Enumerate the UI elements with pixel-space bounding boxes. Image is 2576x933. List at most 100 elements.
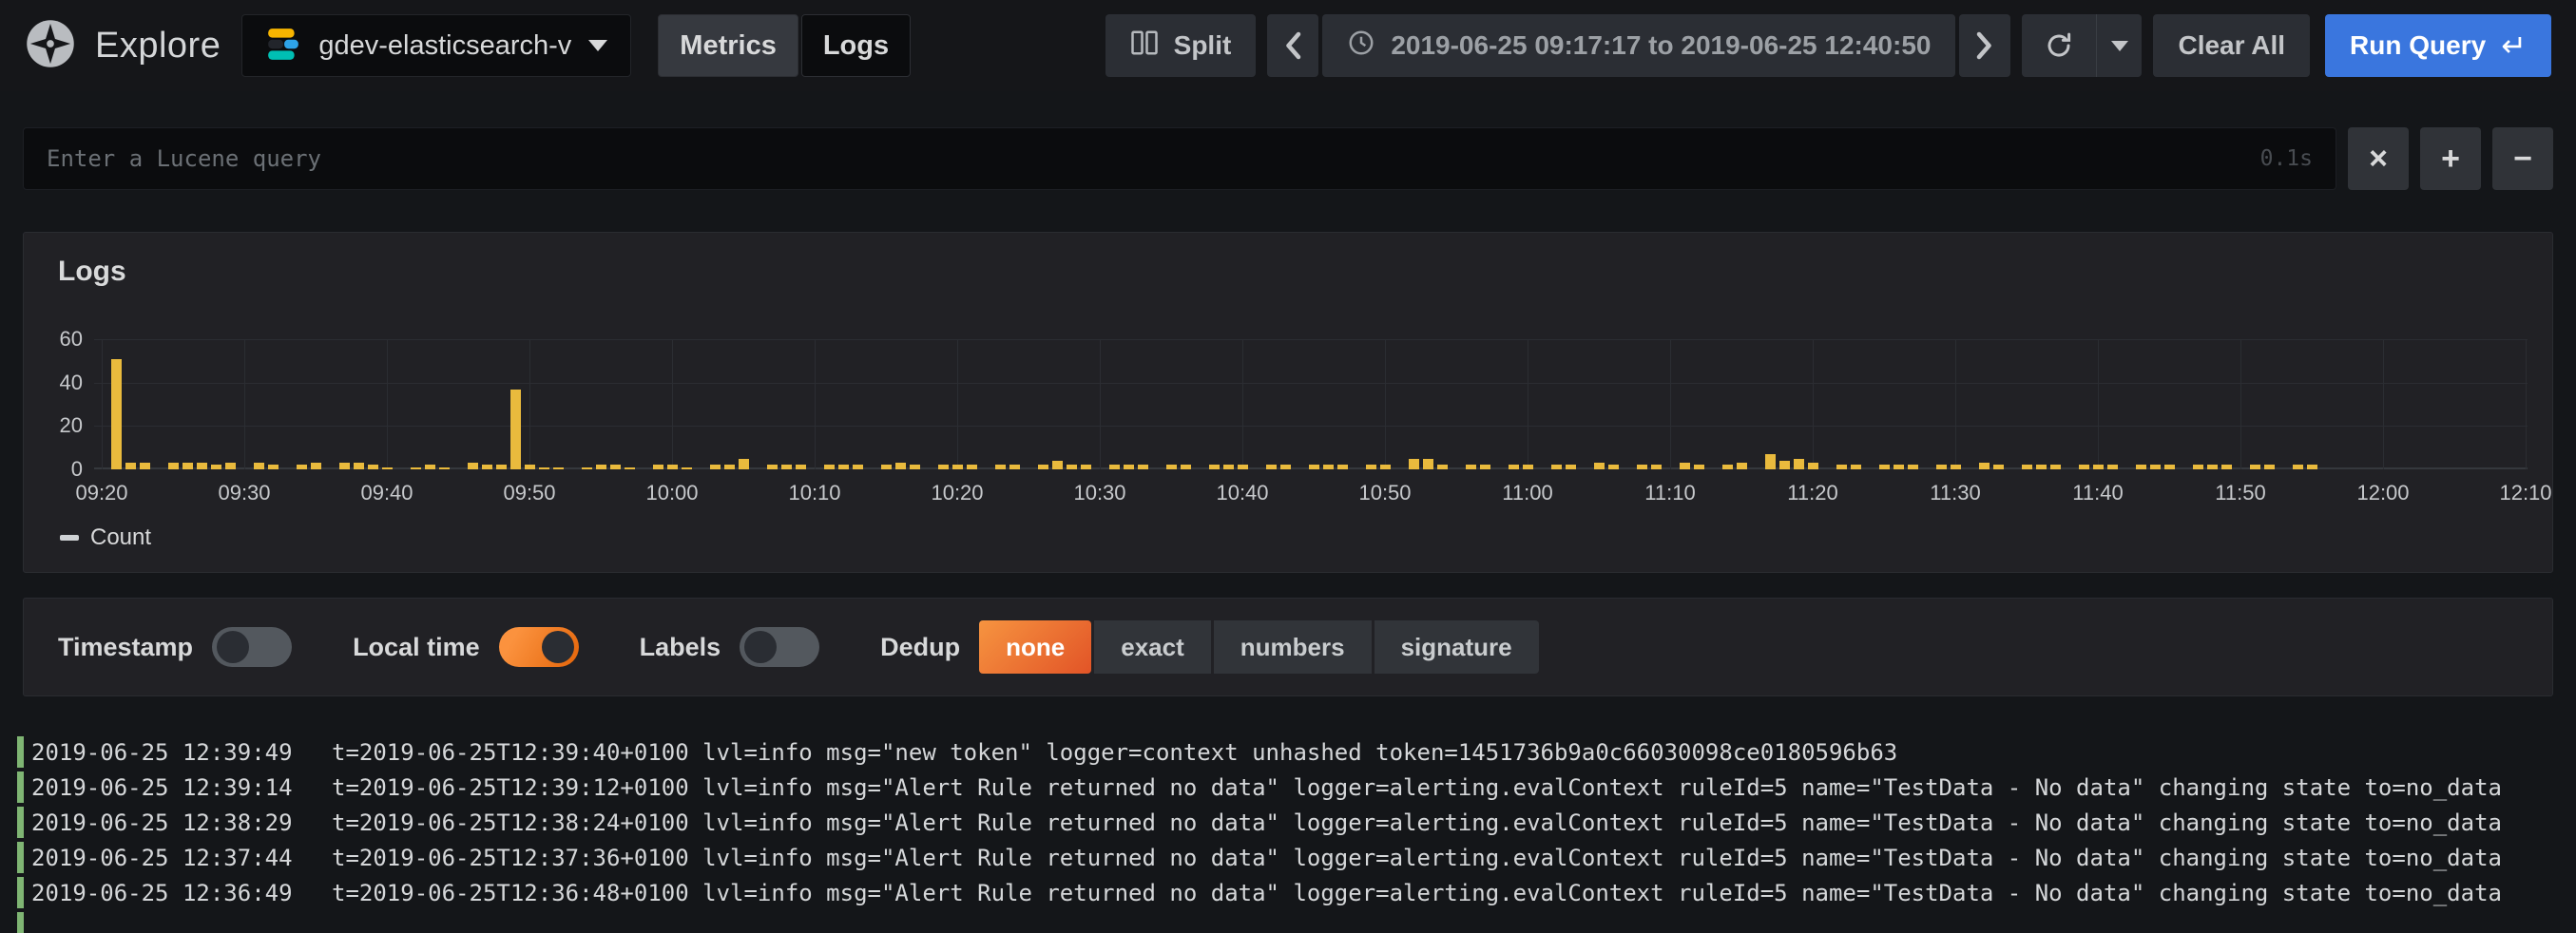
histogram-bar — [667, 465, 678, 469]
x-tick-label: 10:50 — [1358, 481, 1411, 505]
top-toolbar: Explore gdev-elasticsearch-v MetricsLogs… — [0, 0, 2576, 91]
histogram-bar — [553, 467, 564, 469]
histogram-bar — [653, 465, 663, 469]
histogram-bar — [1223, 465, 1234, 469]
histogram-bar — [610, 465, 621, 469]
dedup-option-exact[interactable]: exact — [1094, 620, 1211, 674]
histogram-bar — [1836, 465, 1847, 469]
log-level-bar-icon — [17, 877, 24, 908]
x-tick-label: 09:30 — [218, 481, 270, 505]
refresh-button[interactable] — [2022, 14, 2096, 77]
timestamp-toggle[interactable] — [212, 627, 292, 667]
histogram-bar — [967, 465, 977, 469]
clear-all-button[interactable]: Clear All — [2153, 14, 2310, 77]
histogram-bar — [1936, 465, 1947, 469]
histogram-bar — [1480, 465, 1490, 469]
histogram-bar — [339, 463, 350, 469]
split-button[interactable]: Split — [1105, 14, 1257, 77]
time-range-text: 2019-06-25 09:17:17 to 2019-06-25 12:40:… — [1391, 30, 1931, 61]
collapse-query-button[interactable]: − — [2492, 127, 2553, 190]
logs-panel: Logs 0204060 09:2009:3009:4009:5010:0010… — [23, 232, 2553, 573]
log-level-bar-icon — [17, 771, 24, 803]
tab-logs[interactable]: Logs — [801, 14, 911, 77]
dedup-options: noneexactnumberssignature — [979, 620, 1538, 674]
log-timestamp: 2019-06-25 12:39:14 — [31, 774, 303, 801]
histogram-bar — [2307, 465, 2317, 469]
histogram-bar — [724, 465, 735, 469]
time-shift-forward-button[interactable] — [1959, 14, 2010, 77]
histogram-bar — [2093, 465, 2104, 469]
logs-histogram-chart: 0204060 — [48, 339, 2528, 469]
query-field-wrap: 0.1s — [23, 127, 2336, 190]
histogram-bar — [2150, 465, 2161, 469]
histogram-bar — [1680, 463, 1690, 469]
histogram-bar — [1166, 465, 1177, 469]
histogram-bar — [354, 463, 364, 469]
histogram-bar — [895, 463, 906, 469]
datasource-name: gdev-elasticsearch-v — [318, 30, 571, 62]
histogram-bar — [1509, 465, 1519, 469]
log-message: t=2019-06-25T12:38:24+0100 lvl=info msg=… — [332, 809, 2502, 836]
log-level-bar-icon — [17, 912, 24, 933]
refresh-interval-dropdown[interactable] — [2096, 14, 2142, 77]
lucene-query-input[interactable] — [24, 128, 2336, 189]
log-row[interactable]: 2019-06-25 12:37:44t=2019-06-25T12:37:36… — [17, 840, 2576, 875]
query-row: 0.1s × + − — [23, 127, 2553, 190]
gridline-v — [102, 339, 103, 469]
histogram-bar — [125, 463, 136, 469]
dedup-option-signature[interactable]: signature — [1375, 620, 1539, 674]
histogram-bar — [838, 465, 849, 469]
gridline-v — [1100, 339, 1101, 469]
histogram-bar — [2164, 465, 2175, 469]
log-row[interactable]: 2019-06-25 12:39:49t=2019-06-25T12:39:40… — [17, 734, 2576, 770]
y-axis: 0204060 — [48, 339, 94, 469]
gridline-v — [1955, 339, 1956, 469]
dedup-label: Dedup — [880, 633, 960, 662]
add-query-button[interactable]: + — [2420, 127, 2481, 190]
histogram-bar — [140, 463, 150, 469]
histogram-bar — [1794, 459, 1804, 469]
run-query-button[interactable]: Run Query ↵ — [2325, 14, 2551, 77]
histogram-bar — [268, 465, 279, 469]
log-row[interactable]: 2019-06-25 12:39:14 t=2019-06-25T12:39:12… — [17, 770, 2576, 805]
gridline-h — [94, 339, 2528, 340]
histogram-bar — [739, 459, 749, 469]
explore-compass-icon — [25, 18, 76, 74]
histogram-bar — [111, 359, 122, 469]
histogram-bar — [1466, 465, 1476, 469]
remove-query-button[interactable]: × — [2348, 127, 2409, 190]
log-row[interactable]: 2019-06-25 12:36:49t=2019-06-25T12:36:48… — [17, 875, 2576, 910]
x-tick-label: 12:10 — [2499, 481, 2551, 505]
x-tick-label: 11:50 — [2215, 481, 2265, 505]
log-rows-list: 2019-06-25 12:39:49t=2019-06-25T12:39:40… — [17, 734, 2576, 933]
tab-metrics[interactable]: Metrics — [658, 14, 798, 77]
x-tick-label: 12:00 — [2356, 481, 2409, 505]
panel-title: Logs — [58, 256, 2528, 288]
toggle-label: Timestamp — [58, 633, 193, 662]
histogram-bar — [1309, 465, 1319, 469]
histogram-bar — [510, 390, 521, 469]
y-tick-label: 0 — [71, 458, 83, 481]
log-row[interactable]: 2019-06-25 12:38:29t=2019-06-25T12:38:24… — [17, 805, 2576, 840]
labels-toggle[interactable] — [740, 627, 819, 667]
histogram-bar — [468, 463, 478, 469]
histogram-bar — [439, 467, 450, 469]
page-title: Explore — [95, 26, 221, 67]
histogram-bar — [1808, 463, 1818, 469]
time-shift-back-button[interactable] — [1267, 14, 1318, 77]
dedup-option-none[interactable]: none — [979, 620, 1091, 674]
dedup-option-numbers[interactable]: numbers — [1214, 620, 1372, 674]
histogram-bar — [625, 467, 635, 469]
histogram-bar — [1894, 465, 1904, 469]
toggle-label: Local time — [353, 633, 480, 662]
legend-item-count[interactable]: Count — [60, 524, 151, 551]
local-time-toggle[interactable] — [499, 627, 579, 667]
log-message: t=2019-06-25T12:39:12+0100 lvl=info msg=… — [332, 774, 2502, 801]
time-range-picker[interactable]: 2019-06-25 09:17:17 to 2019-06-25 12:40:… — [1322, 14, 1955, 77]
histogram-bar — [1266, 465, 1277, 469]
gridline-h — [94, 383, 2528, 384]
toolbar-right: Split 2019-06-25 09:17:17 to 2019-06-25 … — [1105, 14, 2551, 77]
histogram-bar — [2207, 465, 2218, 469]
datasource-picker[interactable]: gdev-elasticsearch-v — [241, 14, 631, 77]
histogram-bar — [1280, 465, 1291, 469]
